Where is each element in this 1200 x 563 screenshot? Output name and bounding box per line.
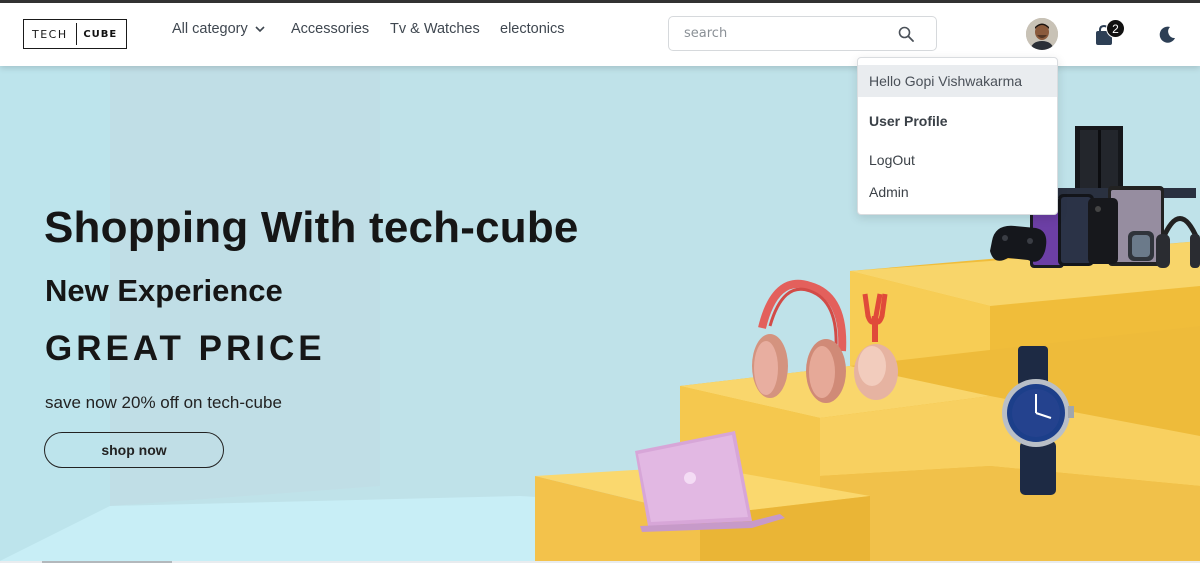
user-avatar[interactable] [1026, 18, 1058, 50]
hero-title: Shopping With tech-cube [44, 203, 579, 252]
user-greeting: Hello Gopi Vishwakarma [858, 65, 1057, 97]
avatar-image [1026, 18, 1058, 50]
nav-tv-watches[interactable]: Tv & Watches [390, 21, 480, 37]
nav-electronics[interactable]: electonics [500, 21, 564, 37]
cart-count-badge: 2 [1106, 19, 1125, 38]
logo-text-tech: TECH [32, 27, 68, 41]
nav-all-category[interactable]: All category [172, 21, 265, 37]
shop-now-button[interactable]: shop now [44, 432, 224, 468]
nav-accessories[interactable]: Accessories [291, 21, 369, 37]
search-box [668, 16, 937, 51]
hero-subtitle: New Experience [45, 273, 283, 308]
nav-all-category-label: All category [172, 21, 248, 37]
brand-logo[interactable]: TECH CUBE [23, 19, 127, 49]
menu-item-logout[interactable]: LogOut [858, 144, 1057, 176]
hero-offer-text: save now 20% off on tech-cube [45, 393, 282, 412]
search-input[interactable] [669, 17, 889, 50]
user-dropdown-menu: Hello Gopi Vishwakarma User Profile LogO… [857, 57, 1058, 215]
chevron-down-icon [255, 26, 265, 33]
menu-item-admin[interactable]: Admin [858, 176, 1057, 208]
moon-icon[interactable] [1158, 26, 1176, 44]
hero-tagline: GREAT PRICE [45, 329, 326, 368]
menu-item-user-profile[interactable]: User Profile [858, 105, 1057, 137]
search-icon[interactable] [898, 26, 914, 42]
logo-text-cube: CUBE [75, 23, 124, 45]
